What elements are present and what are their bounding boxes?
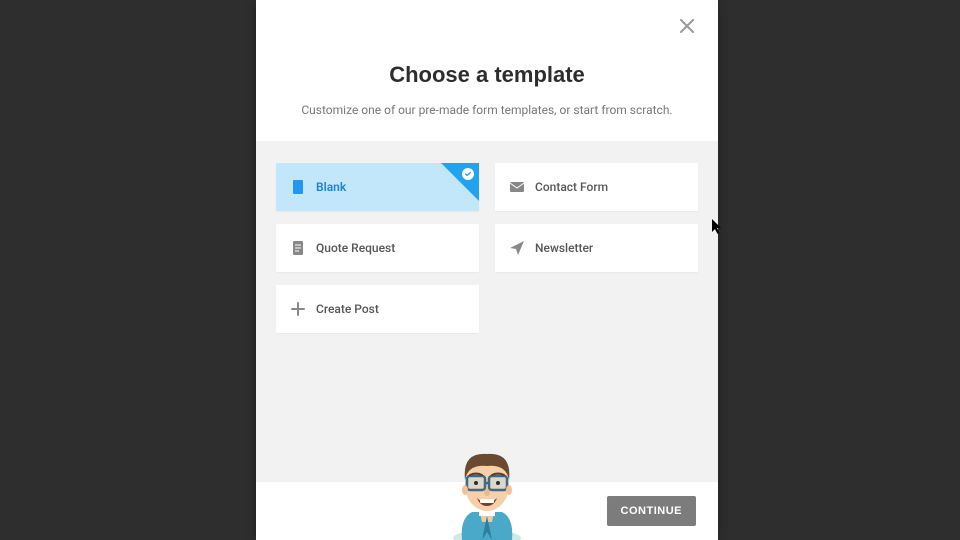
modal-header: Choose a template Customize one of our p… — [256, 0, 718, 141]
close-button[interactable] — [678, 18, 696, 36]
template-card-create-post[interactable]: Create Post — [276, 285, 479, 333]
continue-button[interactable]: CONTINUE — [607, 496, 696, 526]
template-card-quote-request[interactable]: Quote Request — [276, 224, 479, 272]
template-label: Create Post — [316, 302, 379, 316]
template-label: Quote Request — [316, 241, 395, 255]
modal-subtitle: Customize one of our pre-made form templ… — [286, 102, 688, 119]
file-icon — [290, 179, 306, 195]
modal-footer: CONTINUE — [256, 482, 718, 540]
paperplane-icon — [509, 240, 525, 256]
document-icon — [290, 240, 306, 256]
template-label: Newsletter — [535, 241, 593, 255]
templates-area: Blank Contact Form Quote Request — [256, 141, 718, 482]
template-label: Contact Form — [535, 180, 608, 194]
check-icon — [462, 168, 474, 180]
modal-title: Choose a template — [286, 62, 688, 88]
envelope-icon — [509, 179, 525, 195]
template-card-blank[interactable]: Blank — [276, 163, 479, 211]
template-card-newsletter[interactable]: Newsletter — [495, 224, 698, 272]
plus-icon — [290, 301, 306, 317]
template-chooser-modal: Choose a template Customize one of our p… — [256, 0, 718, 540]
selected-corner — [441, 163, 479, 201]
template-label: Blank — [316, 180, 346, 194]
template-grid: Blank Contact Form Quote Request — [276, 163, 698, 333]
close-icon — [680, 18, 694, 37]
template-card-contact-form[interactable]: Contact Form — [495, 163, 698, 211]
